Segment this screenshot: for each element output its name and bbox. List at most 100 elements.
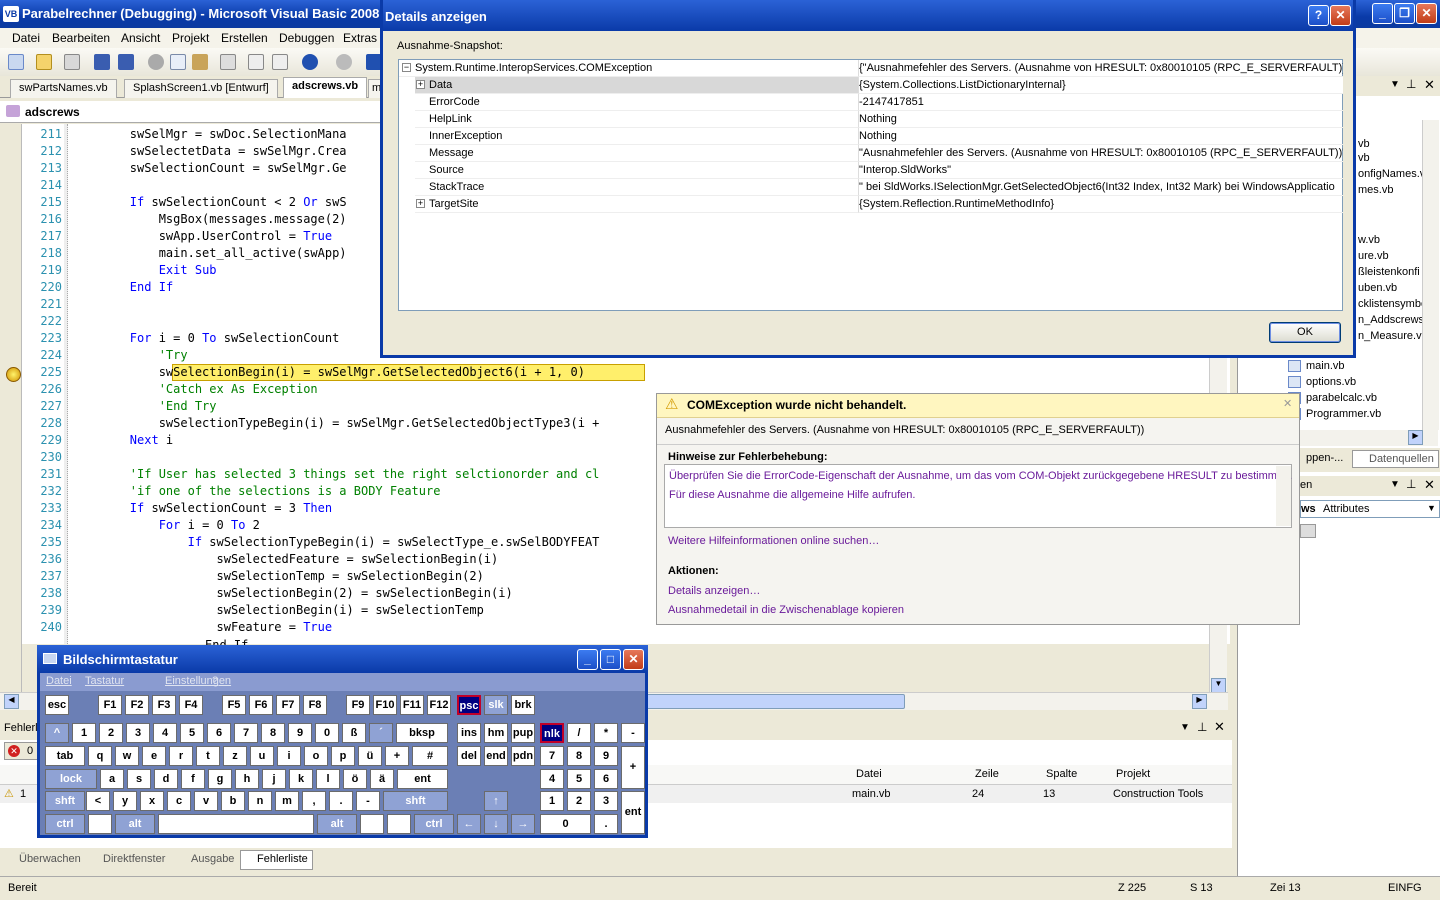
key-ent[interactable]: ent [397,769,448,789]
pin-icon[interactable]: ⊥ [1406,77,1416,91]
scroll-right-icon[interactable]: ▶ [1408,430,1423,445]
code-line[interactable]: swSelectionTypeBegin(i) = swSelMgr.GetSe… [72,416,600,430]
code-line[interactable]: swApp.UserControl = True [72,229,332,243]
key-k[interactable]: k [289,769,313,789]
key-8[interactable]: 8 [261,723,285,743]
view-details-link[interactable]: Details anzeigen… [668,585,760,597]
key-/[interactable]: / [567,723,591,743]
dropdown-icon[interactable]: ▼ [1390,79,1400,90]
collapse-icon[interactable]: − [402,63,411,72]
key-u[interactable]: u [250,746,274,766]
kbd-menu-einstellungen[interactable]: Einstellungen [165,675,231,687]
code-line[interactable]: swSelectionBegin(i) = swSelMgr.GetSelect… [72,365,585,379]
tab-datenquellen[interactable]: Datenquellen [1352,450,1439,468]
key-q[interactable]: q [88,746,112,766]
scroll-right-icon[interactable]: ▶ [1192,694,1207,709]
key-´[interactable]: ´ [369,723,393,743]
key-alt[interactable]: alt [317,814,357,834]
key-F4[interactable]: F4 [179,695,203,715]
key-b[interactable]: b [221,791,245,811]
solution-file-item[interactable]: parabelcalc.vb [1306,392,1377,404]
close-button[interactable]: ✕ [1416,3,1437,24]
key-7[interactable]: 7 [540,746,564,766]
key-pdn[interactable]: pdn [511,746,535,766]
kbd-menu-help[interactable]: ? [212,675,218,687]
key-d[interactable]: d [154,769,178,789]
hint-link-errorcode[interactable]: Überprüfen Sie die ErrorCode-Eigenschaft… [669,470,1292,482]
key-c[interactable]: c [167,791,191,811]
key-tab[interactable]: tab [45,746,85,766]
key-1[interactable]: 1 [72,723,96,743]
solution-file-item[interactable]: uben.vb [1358,282,1397,294]
property-row[interactable]: System.Runtime.InteropServices.COMExcept… [399,60,1343,77]
key-z[interactable]: z [223,746,247,766]
key-^[interactable]: ^ [45,723,69,743]
key-lock[interactable]: lock [45,769,97,789]
scroll-thumb[interactable] [645,694,905,709]
new-project-icon[interactable] [8,54,24,70]
key-2[interactable]: 2 [99,723,123,743]
col-zeile[interactable]: Zeile [975,768,999,780]
key-numpad-plus[interactable]: + [621,746,645,789]
comment-icon[interactable] [248,54,264,70]
menu-bearbeiten[interactable]: Bearbeiten [52,31,110,45]
code-line[interactable]: For i = 0 To swSelectionCount [72,331,340,345]
hint-link-help[interactable]: Für diese Ausnahme die allgemeine Hilfe … [669,489,915,501]
solution-file-item[interactable]: vb [1358,152,1370,164]
key-y[interactable]: y [113,791,137,811]
property-row[interactable]: Message "Ausnahmefehler des Servers. (Aus… [399,145,1343,162]
key-ä[interactable]: ä [370,769,394,789]
key-blank[interactable] [158,814,314,834]
tab-splashscreen[interactable]: SplashScreen1.vb [Entwurf] [124,79,278,98]
solution-file-item[interactable]: mes.vb [1358,184,1393,196]
exception-property-grid[interactable]: System.Runtime.InteropServices.COMExcept… [398,59,1343,311]
key-.[interactable]: . [594,814,618,834]
panel-close-icon[interactable]: ✕ [1424,477,1435,493]
code-line[interactable]: 'If User has selected 3 things set the r… [72,467,600,481]
key-i[interactable]: i [277,746,301,766]
key-h[interactable]: h [235,769,259,789]
key-2[interactable]: 2 [567,791,591,811]
solution-file-item[interactable]: n_Addscrews. [1358,314,1427,326]
key-3[interactable]: 3 [126,723,150,743]
menu-datei[interactable]: Datei [12,31,40,45]
solution-file-item[interactable]: options.vb [1306,376,1356,388]
col-spalte[interactable]: Spalte [1046,768,1077,780]
key-←[interactable]: ← [457,814,481,834]
tab-swpartsnames[interactable]: swPartsNames.vb [10,79,117,98]
code-line[interactable]: swSelectionBegin(i) = swSelectionTemp [72,603,483,617]
properties-object-selector[interactable]: ws Attributes ▼ [1300,500,1440,518]
code-line[interactable]: 'End Try [72,399,217,413]
key-p[interactable]: p [331,746,355,766]
code-line[interactable]: End If [72,280,173,294]
tab-ueberwachen[interactable]: Überwachen [2,850,86,870]
solution-file-item[interactable]: vb [1358,138,1370,150]
tab-direktfenster[interactable]: Direktfenster [86,850,170,870]
code-line[interactable]: If swSelectionTypeBegin(i) = swSelectTyp… [72,535,600,549]
key-alt[interactable]: alt [115,814,155,834]
key-n[interactable]: n [248,791,272,811]
key-esc[interactable]: esc [45,695,69,715]
details-close-button[interactable]: ✕ [1330,5,1351,26]
key-.[interactable]: . [329,791,353,811]
key-brk[interactable]: brk [511,695,535,715]
key-6[interactable]: 6 [594,769,618,789]
menu-ansicht[interactable]: Ansicht [121,31,160,45]
code-line[interactable]: swSelectionBegin(2) = swSelectionBegin(i… [72,586,512,600]
key-+[interactable]: + [385,746,409,766]
key-F3[interactable]: F3 [152,695,176,715]
key-ins[interactable]: ins [457,723,481,743]
tab-adscrews[interactable]: adscrews.vb [283,77,368,98]
key-f[interactable]: f [181,769,205,789]
code-line[interactable]: If swSelectionCount < 2 Or swS [72,195,347,209]
key-nlk[interactable]: nlk [540,723,564,743]
solution-file-item[interactable]: cklistensymbol [1358,298,1430,310]
assistant-close-icon[interactable]: ✕ [1283,397,1292,410]
key-blank[interactable] [88,814,112,834]
key-F1[interactable]: F1 [98,695,122,715]
class-dropdown[interactable]: adscrews [0,101,380,123]
solution-scrollbar[interactable] [1422,120,1439,430]
ok-button[interactable]: OK [1269,322,1341,343]
col-projekt[interactable]: Projekt [1116,768,1150,780]
menu-projekt[interactable]: Projekt [172,31,209,45]
